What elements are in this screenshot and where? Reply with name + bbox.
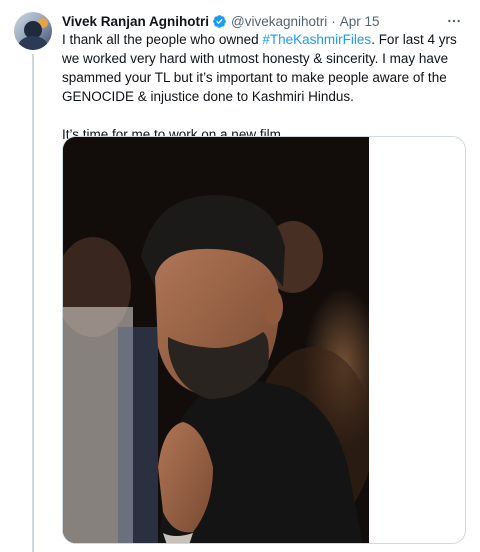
separator-dot: · (331, 13, 336, 29)
verified-badge-icon (212, 14, 227, 29)
hashtag-link[interactable]: #TheKashmirFiles (262, 32, 371, 47)
tweet-header: Vivek Ranjan Agnihotri @vivekagnihotri ·… (62, 11, 464, 31)
more-horizontal-icon[interactable] (444, 11, 464, 31)
tweet-date[interactable]: Apr 15 (340, 14, 380, 29)
tweet-text-start: I thank all the people who owned (62, 32, 263, 47)
author-handle[interactable]: @vivekagnihotri (231, 14, 327, 29)
photo-illustration (63, 137, 369, 543)
thread-line (32, 54, 34, 552)
tweet-photo[interactable] (63, 137, 369, 543)
tweet-card[interactable]: Vivek Ranjan Agnihotri @vivekagnihotri ·… (0, 0, 480, 552)
avatar-body (18, 36, 48, 50)
author-display-name[interactable]: Vivek Ranjan Agnihotri (62, 14, 209, 29)
tweet-media[interactable] (62, 136, 466, 544)
tweet-paragraph-1: I thank all the people who owned #TheKas… (62, 30, 470, 106)
avatar[interactable] (14, 12, 52, 50)
tweet-text: I thank all the people who owned #TheKas… (62, 30, 470, 144)
